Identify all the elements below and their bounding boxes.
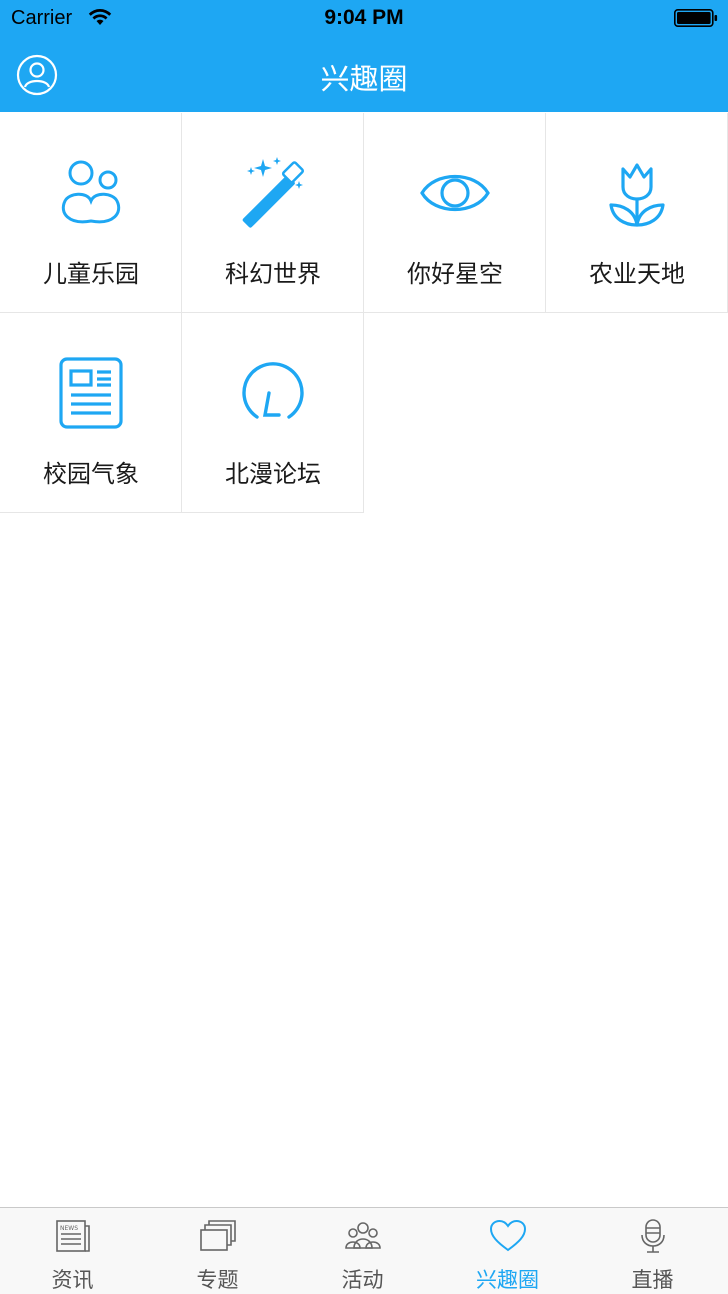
heart-icon bbox=[489, 1219, 527, 1252]
magic-wand-icon bbox=[242, 157, 305, 228]
grid-item-hello-sky[interactable]: 你好星空 bbox=[364, 113, 546, 313]
tab-label: 直播 bbox=[631, 1268, 674, 1292]
tulip-icon bbox=[609, 163, 665, 227]
grid-item-campus-weather[interactable]: 校园气象 bbox=[0, 313, 182, 513]
header: Carrier 9:04 PM 兴趣圈 bbox=[0, 0, 728, 112]
grid-item-label: 儿童乐园 bbox=[43, 260, 139, 288]
svg-text:NEWS: NEWS bbox=[60, 1225, 78, 1232]
tab-news[interactable]: NEWS 资讯 bbox=[0, 1208, 145, 1294]
tab-interest-circle[interactable]: 兴趣圈 bbox=[435, 1208, 580, 1294]
microphone-icon bbox=[641, 1219, 665, 1253]
tab-label: 专题 bbox=[196, 1268, 239, 1292]
tab-label: 资讯 bbox=[51, 1268, 94, 1292]
grid-item-label: 农业天地 bbox=[589, 260, 685, 288]
tab-topics[interactable]: 专题 bbox=[145, 1208, 290, 1294]
grid-item-scifi-world[interactable]: 科幻世界 bbox=[182, 113, 364, 313]
nav-bar: 兴趣圈 bbox=[0, 38, 728, 112]
group-icon bbox=[345, 1222, 381, 1249]
grid-item-beiman-forum[interactable]: 北漫论坛 bbox=[182, 313, 364, 513]
tab-activities[interactable]: 活动 bbox=[290, 1208, 435, 1294]
grid-item-label: 科幻世界 bbox=[225, 260, 321, 288]
grid-item-agriculture[interactable]: 农业天地 bbox=[546, 113, 728, 313]
tab-label: 兴趣圈 bbox=[476, 1268, 539, 1292]
tab-label: 活动 bbox=[341, 1268, 384, 1292]
status-bar: Carrier 9:04 PM bbox=[0, 0, 728, 38]
grid-item-label: 北漫论坛 bbox=[225, 460, 321, 488]
eye-icon bbox=[420, 174, 490, 212]
news-icon: NEWS bbox=[56, 1220, 90, 1252]
tab-live[interactable]: 直播 bbox=[580, 1208, 725, 1294]
grid-item-label: 你好星空 bbox=[407, 260, 503, 288]
page-title: 兴趣圈 bbox=[320, 62, 408, 96]
layers-icon bbox=[200, 1220, 236, 1251]
app-screen: Carrier 9:04 PM 兴趣圈 儿童乐园 科幻世界 你好星空 农业天地 … bbox=[0, 0, 728, 1294]
children-icon bbox=[61, 160, 121, 224]
forum-icon bbox=[242, 362, 304, 419]
battery-icon bbox=[674, 9, 718, 27]
tab-bar: NEWS 资讯 专题 活动 兴趣圈 直播 bbox=[0, 1207, 728, 1294]
newspaper-icon bbox=[59, 357, 123, 429]
grid-item-label: 校园气象 bbox=[43, 460, 139, 488]
status-time: 9:04 PM bbox=[324, 6, 404, 29]
grid-item-children-park[interactable]: 儿童乐园 bbox=[0, 113, 182, 313]
